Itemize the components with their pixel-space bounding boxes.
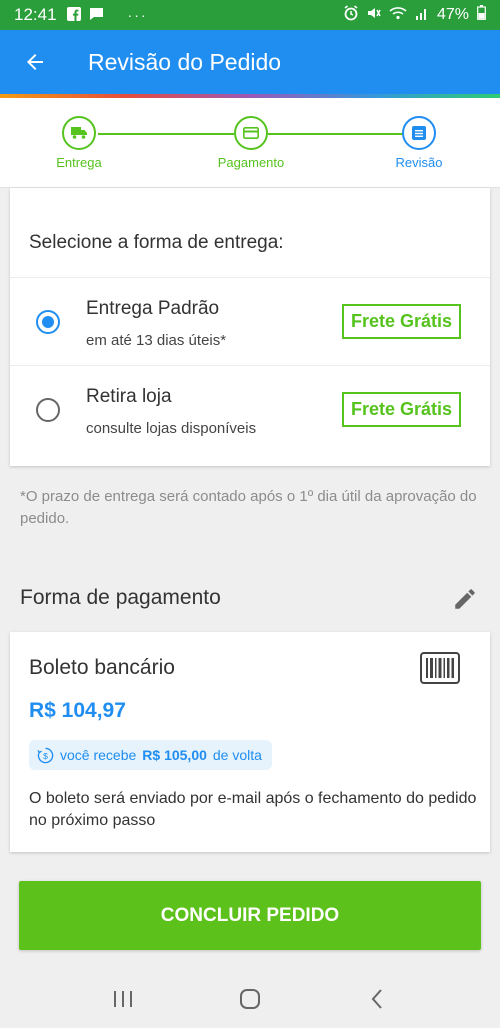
home-icon — [239, 989, 260, 1009]
recent-apps-icon — [114, 991, 133, 1007]
system-nav-bar — [0, 970, 500, 1028]
card-icon — [234, 116, 268, 150]
wifi-icon — [389, 6, 407, 25]
delivery-option-description: em até 13 dias úteis* — [86, 332, 227, 349]
facebook-icon — [66, 6, 81, 24]
conclude-order-button[interactable]: CONCLUIR PEDIDO — [19, 881, 481, 950]
cashback-amount: R$ 105,00 — [142, 747, 207, 763]
shipping-badge: Frete Grátis — [342, 304, 462, 339]
step-label: Revisão — [395, 155, 443, 170]
delivery-option-retira-loja[interactable]: Retira loja consulte lojas disponíveis F… — [10, 365, 490, 453]
radio-selected[interactable] — [36, 310, 60, 334]
delivery-option-description: consulte lojas disponíveis — [86, 420, 257, 437]
checkout-stepper: Entrega Pagamento Revisão — [0, 98, 500, 188]
alarm-icon — [343, 4, 359, 26]
radio-unselected[interactable] — [36, 398, 60, 422]
mute-icon — [367, 6, 381, 25]
edit-payment-button[interactable] — [452, 586, 478, 612]
step-pagamento[interactable]: Pagamento — [201, 116, 301, 170]
payment-heading: Forma de pagamento — [20, 586, 221, 609]
battery-percent: 47% — [436, 6, 469, 23]
payment-price: R$ 104,97 — [29, 699, 126, 722]
message-icon — [89, 7, 104, 24]
arrow-left-icon — [27, 54, 43, 70]
battery-icon — [477, 5, 486, 25]
app-bar: Revisão do Pedido — [0, 30, 500, 94]
cashback-badge: $ você recebe R$ 105,00 de volta — [29, 740, 272, 770]
page-title: Revisão do Pedido — [88, 48, 282, 75]
delivery-option-name: Retira loja — [86, 386, 172, 407]
signal-icon — [415, 6, 429, 25]
payment-info: O boleto será enviado por e-mail após o … — [29, 790, 477, 829]
barcode-icon — [420, 652, 460, 684]
step-label: Entrega — [56, 155, 102, 170]
cashback-icon: $ — [37, 747, 54, 763]
status-bar: 12:41 ··· 47% — [0, 0, 500, 30]
more-notifications-indicator: ··· — [127, 7, 148, 23]
delivery-card: Selecione a forma de entrega: Entrega Pa… — [10, 188, 490, 466]
delivery-option-name: Entrega Padrão — [86, 298, 220, 319]
recent-apps-button[interactable] — [103, 979, 143, 1019]
cashback-prefix: você recebe — [60, 747, 137, 763]
delivery-option-padrao[interactable]: Entrega Padrão em até 13 dias úteis* Fre… — [10, 277, 490, 365]
delivery-note: *O prazo de entrega será contado após o … — [20, 488, 477, 527]
payment-method: Boleto bancário — [29, 656, 175, 679]
chevron-left-icon — [371, 989, 382, 1009]
step-entrega[interactable]: Entrega — [29, 116, 129, 170]
status-time: 12:41 — [14, 5, 57, 24]
step-label: Pagamento — [217, 155, 285, 170]
truck-icon — [62, 116, 96, 150]
review-icon — [402, 116, 436, 150]
delivery-heading: Selecione a forma de entrega: — [29, 232, 284, 253]
payment-card: Boleto bancário R$ 104,97 $ você recebe … — [10, 632, 490, 852]
back-button[interactable] — [0, 30, 70, 94]
home-button[interactable] — [230, 979, 270, 1019]
shipping-badge: Frete Grátis — [342, 392, 462, 427]
pencil-icon — [455, 589, 475, 609]
step-revisao[interactable]: Revisão — [369, 116, 469, 170]
cashback-suffix: de volta — [212, 747, 262, 763]
svg-text:$: $ — [43, 750, 48, 760]
back-nav-button[interactable] — [357, 979, 397, 1019]
